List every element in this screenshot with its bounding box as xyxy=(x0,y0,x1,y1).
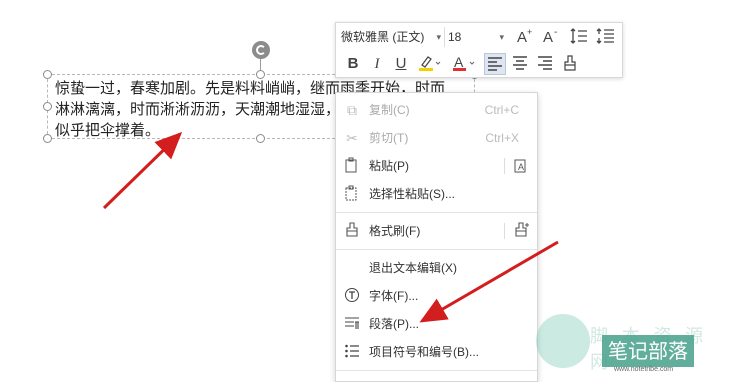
watermark: 脚 本 资 源 网 笔记部落 www.notetribe.com xyxy=(532,310,731,374)
arrow-to-text-box xyxy=(102,131,183,210)
watermark-brand-text: 笔记部落 xyxy=(602,335,694,367)
watermark-url: www.notetribe.com xyxy=(614,366,674,373)
watermark-brand-label: 笔记部落 xyxy=(608,339,688,363)
watermark-logo-icon xyxy=(536,314,590,368)
